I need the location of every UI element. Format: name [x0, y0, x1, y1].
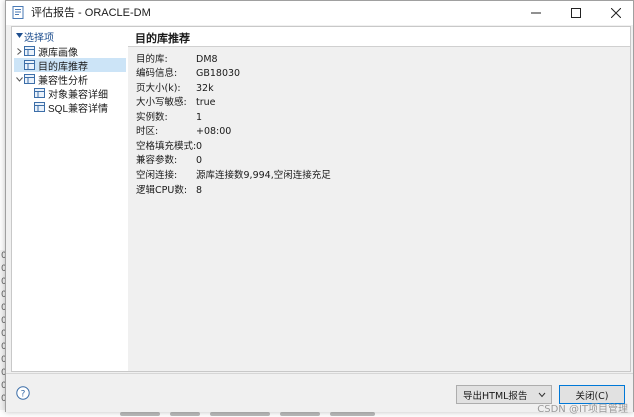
export-label: 导出HTML报告 — [463, 390, 528, 402]
details-panel: 目的库推荐 目的库: DM8 编码信息: GB18030 页大小(k): 32k 大小… — [128, 26, 631, 372]
close-icon — [611, 8, 621, 18]
tree-root-label: 选择项 — [24, 32, 54, 44]
title-bar[interactable]: 评估报告 - ORACLE-DM — [6, 1, 633, 25]
chevron-down-icon — [538, 392, 546, 398]
tree-item-object-compat[interactable]: 对象兼容详细 — [34, 86, 108, 101]
detail-row: 空格填充模式:0 — [136, 141, 203, 152]
minimize-button[interactable] — [518, 1, 554, 25]
table-icon — [24, 74, 35, 84]
window-title: 评估报告 - ORACLE-DM — [31, 7, 151, 19]
chevron-down-icon[interactable] — [14, 29, 24, 43]
detail-row: 空闲连接: 源库连接数9,994,空闲连接充足 — [136, 170, 331, 181]
watermark: CSDN @IT项目管理 — [537, 404, 628, 415]
table-icon — [34, 102, 45, 112]
help-icon[interactable]: ? — [16, 386, 30, 400]
details-header: 目的库推荐 — [128, 27, 630, 47]
detail-row: 编码信息: GB18030 — [136, 68, 241, 79]
tree-item-label: 目的库推荐 — [38, 61, 88, 73]
tree-item-label: 对象兼容详细 — [48, 89, 108, 101]
tree-item-compat-analysis[interactable]: 兼容性分析 — [14, 72, 126, 87]
detail-row: 大小写敏感: true — [136, 97, 216, 108]
tree-root-select-items[interactable]: 选择项 — [14, 29, 54, 44]
tree-item-label: 兼容性分析 — [38, 75, 88, 87]
chevron-down-icon[interactable] — [14, 72, 24, 86]
minimize-icon — [531, 12, 541, 14]
detail-row: 页大小(k): 32k — [136, 83, 214, 94]
tree-item-sql-compat[interactable]: SQL兼容详情 — [34, 100, 109, 115]
tree-item-label: 源库画像 — [38, 47, 78, 59]
table-icon — [24, 60, 35, 70]
detail-row: 逻辑CPU数: 8 — [136, 185, 203, 196]
detail-row: 实例数: 1 — [136, 112, 203, 123]
maximize-icon — [571, 8, 581, 18]
table-icon — [24, 46, 35, 56]
table-icon — [34, 88, 45, 98]
tree-item-label: SQL兼容详情 — [48, 103, 109, 115]
svg-text:?: ? — [21, 390, 26, 400]
tree-item-source-profile[interactable]: 源库画像 — [14, 44, 126, 59]
detail-row: 兼容参数: 0 — [136, 155, 203, 166]
detail-row: 时区: +08:00 — [136, 126, 232, 137]
report-dialog: 评估报告 - ORACLE-DM 选择项 源库画像 目的库推荐 兼容性分析 对象… — [5, 0, 634, 412]
close-window-button[interactable] — [598, 1, 634, 25]
navigation-tree: 选择项 源库画像 目的库推荐 兼容性分析 对象兼容详细 SQL兼容详情 — [11, 26, 131, 372]
detail-row: 目的库: DM8 — [136, 54, 218, 65]
report-app-icon — [12, 6, 24, 19]
maximize-button[interactable] — [558, 1, 594, 25]
page-title: 目的库推荐 — [135, 32, 190, 45]
tree-item-target-recommend[interactable]: 目的库推荐 — [14, 58, 126, 73]
chevron-right-icon[interactable] — [14, 44, 24, 58]
